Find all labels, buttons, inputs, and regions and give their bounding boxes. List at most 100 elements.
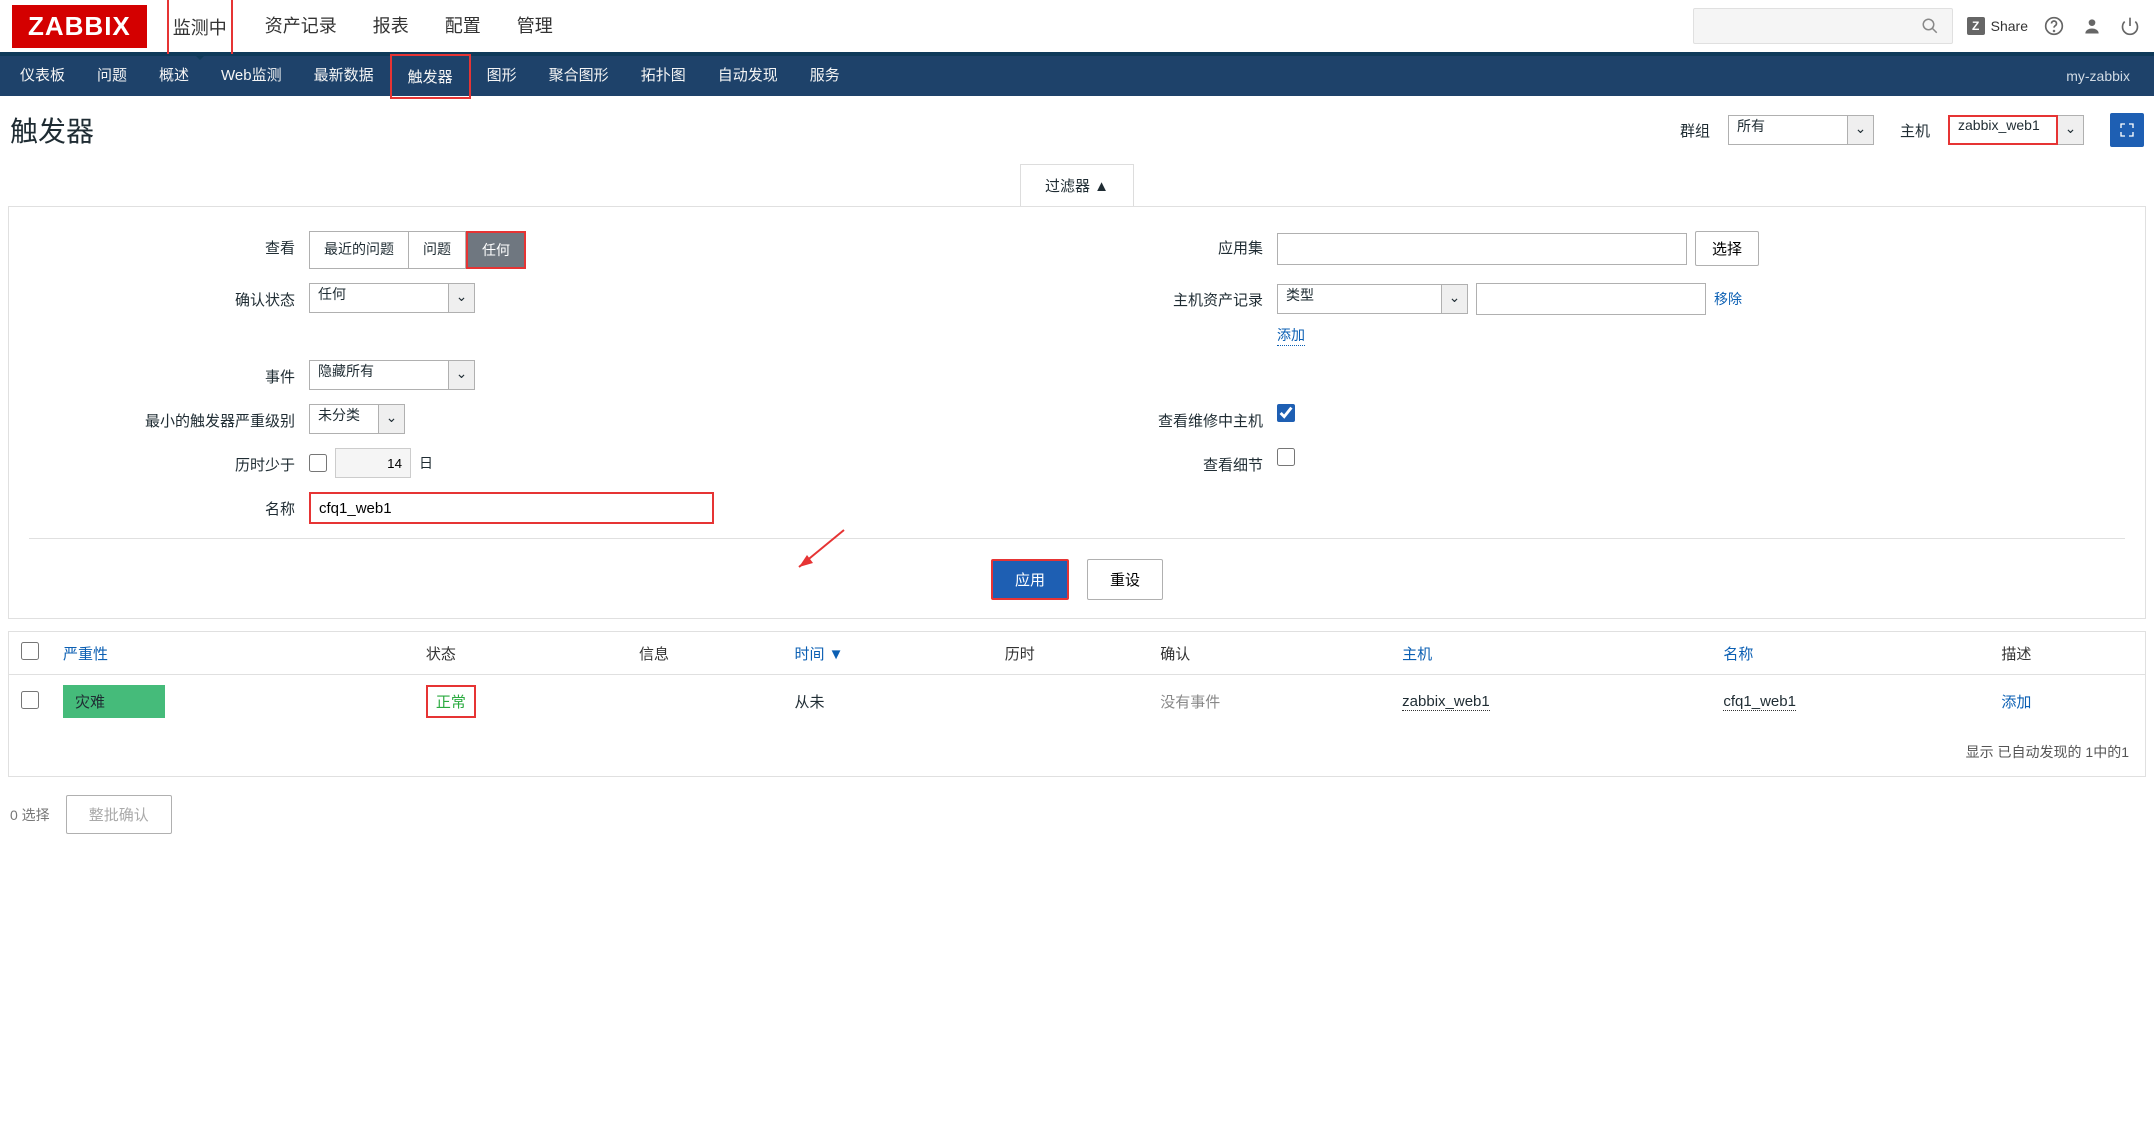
detail-checkbox[interactable] (1277, 448, 1295, 466)
filter-actions: 应用 重设 (29, 538, 2125, 600)
selected-count: 0 选择 (10, 805, 50, 825)
inventory-value-input[interactable] (1476, 283, 1706, 315)
col-time[interactable]: 时间 ▼ (782, 632, 992, 675)
subnav-services[interactable]: 服务 (794, 54, 856, 99)
select-all-checkbox[interactable] (21, 642, 39, 660)
ack-cell: 没有事件 (1148, 675, 1390, 729)
z-icon: Z (1967, 17, 1985, 35)
col-info: 信息 (627, 632, 783, 675)
topnav-admin[interactable]: 管理 (513, 0, 557, 54)
age-label: 历时少于 (29, 448, 309, 475)
subnav-problems[interactable]: 问题 (81, 54, 143, 99)
fullscreen-button[interactable] (2110, 113, 2144, 147)
group-select-value: 所有 (1728, 115, 1848, 145)
ack-select[interactable]: 任何 (309, 283, 475, 313)
subnav-triggers[interactable]: 触发器 (390, 54, 471, 99)
topnav-reports[interactable]: 报表 (369, 0, 413, 54)
table-footer: 显示 已自动发现的 1中的1 (9, 728, 2145, 776)
info-cell (627, 675, 783, 729)
min-sev-label: 最小的触发器严重级别 (29, 404, 309, 431)
topnav-right: Z Share (1693, 8, 2142, 44)
annotation-arrow-icon (789, 525, 849, 575)
reset-button[interactable]: 重设 (1087, 559, 1163, 600)
app-select-button[interactable]: 选择 (1695, 231, 1759, 266)
inventory-type-select[interactable]: 类型 (1277, 284, 1468, 314)
chevron-down-icon[interactable] (1848, 115, 1874, 145)
topnav-items: 监测中 资产记录 报表 配置 管理 (167, 0, 1693, 54)
filter-tab-wrap: 过滤器 ▲ (0, 164, 2154, 206)
name-input[interactable] (309, 492, 714, 524)
chevron-down-icon[interactable] (2058, 115, 2084, 145)
inventory-add-link[interactable]: 添加 (1277, 325, 1305, 346)
col-name[interactable]: 名称 (1711, 632, 1989, 675)
apply-button[interactable]: 应用 (991, 559, 1069, 600)
global-search[interactable] (1693, 8, 1953, 44)
subnav-graphs[interactable]: 图形 (471, 54, 533, 99)
row-checkbox[interactable] (21, 691, 39, 709)
group-select[interactable]: 所有 (1728, 115, 1874, 145)
desc-add-link[interactable]: 添加 (2001, 694, 2031, 711)
ack-value: 任何 (309, 283, 449, 313)
inv-value: 类型 (1277, 284, 1442, 314)
col-severity[interactable]: 严重性 (51, 632, 414, 675)
power-icon[interactable] (2118, 14, 2142, 38)
trigger-name-link[interactable]: cfq1_web1 (1723, 693, 1796, 711)
subnav-dashboard[interactable]: 仪表板 (4, 54, 81, 99)
filter-toggle[interactable]: 过滤器 ▲ (1020, 164, 1134, 206)
subnav-latest[interactable]: 最新数据 (298, 54, 390, 99)
share-label: Share (1991, 18, 2028, 34)
sub-nav: 仪表板 问题 概述 Web监测 最新数据 触发器 图形 聚合图形 拓扑图 自动发… (0, 56, 2154, 96)
filter-panel: 查看 最近的问题 问题 任何 应用集 选择 确认状态 任何 (8, 206, 2146, 619)
chevron-down-icon[interactable] (449, 360, 475, 390)
top-nav: ZABBIX 监测中 资产记录 报表 配置 管理 Z Share (0, 0, 2154, 56)
view-option-recent[interactable]: 最近的问题 (309, 231, 409, 269)
event-label: 事件 (29, 360, 309, 387)
results-table: 严重性 状态 信息 时间 ▼ 历时 确认 主机 名称 描述 灾难 正常 从未 没… (9, 632, 2145, 728)
host-label: 主机 (1900, 120, 1930, 141)
topnav-config[interactable]: 配置 (441, 0, 485, 54)
topnav-monitoring[interactable]: 监测中 (167, 0, 233, 54)
inv-label: 主机资产记录 (1077, 283, 1277, 310)
host-select[interactable]: zabbix_web1 (1948, 115, 2084, 145)
user-icon[interactable] (2080, 14, 2104, 38)
col-host[interactable]: 主机 (1390, 632, 1711, 675)
chevron-down-icon[interactable] (449, 283, 475, 313)
inventory-remove-link[interactable]: 移除 (1714, 289, 1742, 309)
subnav-maps[interactable]: 拓扑图 (625, 54, 702, 99)
bottom-bar: 0 选择 整批确认 (0, 777, 2154, 852)
col-status: 状态 (414, 632, 627, 675)
chevron-down-icon[interactable] (379, 404, 405, 434)
min-sev-select[interactable]: 未分类 (309, 404, 405, 434)
detail-label: 查看细节 (1077, 448, 1277, 475)
topnav-inventory[interactable]: 资产记录 (261, 0, 341, 54)
subnav-web[interactable]: Web监测 (205, 54, 298, 99)
page-title: 触发器 (10, 110, 1654, 150)
share-button[interactable]: Z Share (1967, 17, 2028, 35)
view-option-problems[interactable]: 问题 (409, 231, 466, 269)
application-input[interactable] (1277, 233, 1687, 265)
duration-cell (993, 675, 1149, 729)
col-duration: 历时 (993, 632, 1149, 675)
min-sev-value: 未分类 (309, 404, 379, 434)
subnav-screens[interactable]: 聚合图形 (533, 54, 625, 99)
severity-badge: 灾难 (63, 685, 165, 718)
app-label: 应用集 (1077, 231, 1277, 258)
group-label: 群组 (1680, 120, 1710, 141)
help-icon[interactable] (2042, 14, 2066, 38)
view-label: 查看 (29, 231, 309, 258)
view-option-any[interactable]: 任何 (466, 231, 526, 269)
chevron-down-icon[interactable] (1442, 284, 1468, 314)
status-value: 正常 (426, 685, 476, 718)
name-label: 名称 (29, 492, 309, 519)
logo[interactable]: ZABBIX (12, 5, 147, 48)
host-link[interactable]: zabbix_web1 (1402, 693, 1490, 711)
view-button-group: 最近的问题 问题 任何 (309, 231, 526, 269)
event-select[interactable]: 隐藏所有 (309, 360, 475, 390)
subnav-discovery[interactable]: 自动发现 (702, 54, 794, 99)
bulk-ack-button[interactable]: 整批确认 (66, 795, 172, 834)
maintenance-checkbox[interactable] (1277, 404, 1295, 422)
age-checkbox[interactable] (309, 454, 327, 472)
search-icon[interactable] (1918, 14, 1942, 38)
ack-label: 确认状态 (29, 283, 309, 310)
age-input[interactable] (335, 448, 411, 478)
